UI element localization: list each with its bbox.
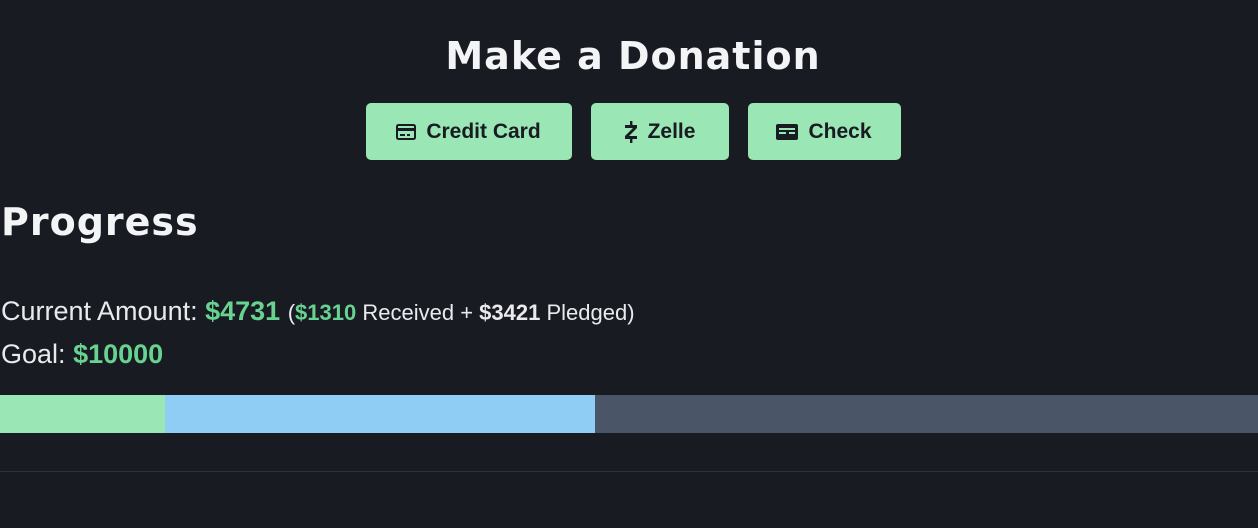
progress-bar-pledged	[164, 395, 596, 433]
progress-bar-received	[0, 395, 165, 433]
payment-method-buttons: Credit Card Zelle Check	[0, 103, 1258, 160]
breakdown-open-paren: (	[287, 300, 296, 325]
credit-card-button[interactable]: Credit Card	[365, 103, 572, 160]
donation-page: Make a Donation Credit Card Zelle Check …	[0, 0, 1258, 528]
donation-title: Make a Donation	[445, 34, 821, 78]
check-icon	[776, 123, 799, 140]
pledged-amount: $3421	[479, 300, 541, 325]
progress-bar	[0, 395, 1258, 433]
received-amount: $1310	[295, 300, 357, 325]
zelle-button[interactable]: Zelle	[590, 103, 729, 160]
credit-card-icon	[396, 123, 417, 140]
current-amount-label: Current Amount:	[1, 296, 198, 326]
zelle-label: Zelle	[647, 119, 696, 143]
goal-line: Goal: $10000	[1, 336, 163, 372]
progress-heading: Progress	[1, 200, 199, 244]
check-button[interactable]: Check	[747, 103, 901, 160]
goal-label: Goal:	[1, 339, 66, 369]
current-amount-line: Current Amount: $4731 ($1310 Received + …	[1, 293, 635, 331]
received-label: Received +	[362, 300, 474, 325]
divider	[0, 471, 1258, 472]
credit-card-label: Credit Card	[426, 119, 541, 143]
amount-breakdown: ($1310 Received + $3421 Pledged)	[288, 300, 635, 325]
zelle-icon	[624, 120, 638, 143]
pledged-label: Pledged)	[546, 300, 635, 325]
goal-amount: $10000	[73, 339, 164, 369]
check-label: Check	[808, 119, 872, 143]
current-amount-value: $4731	[205, 296, 281, 326]
